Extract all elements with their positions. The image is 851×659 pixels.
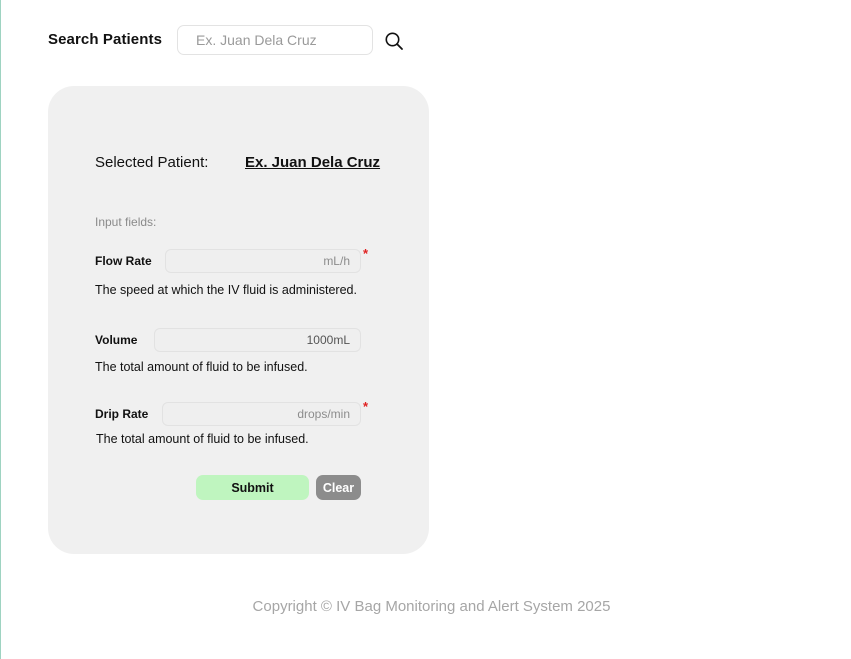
volume-label: Volume (95, 333, 138, 347)
clear-button[interactable]: Clear (316, 475, 361, 500)
footer-copyright: Copyright © IV Bag Monitoring and Alert … (252, 598, 611, 615)
volume-input[interactable] (154, 328, 361, 352)
search-button[interactable] (383, 30, 405, 52)
input-fields-label: Input fields: (95, 215, 157, 229)
search-label: Search Patients (48, 31, 163, 48)
flow-rate-help: The speed at which the IV fluid is admin… (95, 283, 357, 297)
volume-help: The total amount of fluid to be infused. (95, 360, 308, 374)
drip-rate-label: Drip Rate (95, 407, 149, 421)
left-edge-divider (0, 0, 1, 659)
submit-button[interactable]: Submit (196, 475, 309, 500)
drip-rate-input[interactable] (162, 402, 361, 426)
search-input[interactable] (177, 25, 373, 55)
selected-patient-label: Selected Patient: (95, 154, 209, 171)
flow-rate-label: Flow Rate (95, 254, 152, 268)
drip-rate-required-marker: * (363, 399, 369, 414)
flow-rate-input[interactable] (165, 249, 361, 273)
patient-form-card: Selected Patient: Ex. Juan Dela Cruz Inp… (48, 86, 429, 554)
flow-rate-required-marker: * (363, 246, 369, 261)
search-icon (385, 32, 403, 50)
selected-patient-name[interactable]: Ex. Juan Dela Cruz (245, 154, 380, 171)
drip-rate-help: The total amount of fluid to be infused. (96, 432, 309, 446)
